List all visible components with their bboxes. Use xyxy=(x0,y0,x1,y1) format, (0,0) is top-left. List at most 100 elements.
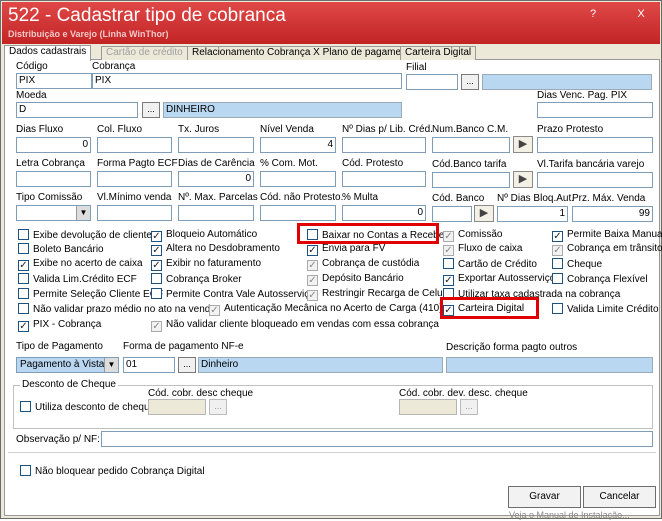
chk-exibe-acerto-caixa[interactable]: ✓ Exibe no acerto de caixa xyxy=(18,258,143,271)
chk-cobranca-broker[interactable]: Cobrança Broker xyxy=(151,273,242,286)
checkbox-box: ✓ xyxy=(151,260,162,271)
moeda-lookup-button[interactable]: ... xyxy=(142,102,160,118)
chk-permite-baixa-manual[interactable]: ✓ Permite Baixa Manual xyxy=(552,229,662,242)
checkbox-box xyxy=(18,273,29,284)
cod-tarifa-field[interactable] xyxy=(432,172,510,188)
chk-bloqueio-automatico[interactable]: ✓ Bloqueio Automático xyxy=(151,229,257,242)
close-icon[interactable]: X xyxy=(634,8,648,20)
chk-cobranca-flexivel[interactable]: Cobrança Flexível xyxy=(552,273,648,286)
chk-cobranca-transito[interactable]: ✓ Cobrança em trânsito xyxy=(552,243,662,256)
vl-tarifa-field[interactable] xyxy=(537,172,653,188)
chk-boleto-bancario[interactable]: Boleto Bancário xyxy=(18,243,104,256)
desc-outros-field[interactable] xyxy=(446,357,653,373)
chk-nao-validar-bloqueado[interactable]: ✓ Não validar cliente bloqueado em vendas… xyxy=(151,319,439,332)
checkbox-box: ✓ xyxy=(307,245,318,256)
cobranca-field[interactable]: PIX xyxy=(92,73,402,89)
chk-envia-fv[interactable]: ✓ Envia para FV xyxy=(307,243,385,256)
checkbox-box: ✓ xyxy=(443,231,454,242)
chk-valida-lim-ecf[interactable]: Valida Lim.Crédito ECF xyxy=(18,273,137,286)
separator xyxy=(8,452,656,453)
highlight-baixar-contas xyxy=(297,223,439,244)
dias-venc-field[interactable] xyxy=(537,102,653,118)
dias-lib-field[interactable] xyxy=(342,137,426,153)
chk-autenticacao-mecanica[interactable]: ✓ Autenticação Mecânica no Acerto de Carg… xyxy=(209,303,442,316)
gravar-button[interactable]: Gravar xyxy=(508,486,581,508)
tab-carteira-digital[interactable]: Carteira Digital xyxy=(400,46,477,60)
chk-pix-cobranca[interactable]: ✓ PIX - Cobrança xyxy=(18,319,101,332)
checkbox-box xyxy=(443,258,454,269)
obs-field[interactable] xyxy=(101,431,653,447)
letra-field[interactable] xyxy=(16,171,91,187)
tab-relacionamento[interactable]: Relacionamento Cobrança X Plano de pagam… xyxy=(187,46,420,60)
vl-minimo-field[interactable] xyxy=(97,205,172,221)
com-mot-field[interactable] xyxy=(260,171,336,187)
prz-max-field[interactable]: 99 xyxy=(572,206,653,222)
prazo-protesto-field[interactable] xyxy=(537,137,653,153)
chk-cobranca-custodia[interactable]: ✓ Cobrança de custódia xyxy=(307,258,419,271)
chk-exibe-devolucao[interactable]: Exibe devolução de cliente xyxy=(18,229,152,242)
tx-juros-field[interactable] xyxy=(178,137,254,153)
chk-contra-vale[interactable]: Permite Contra Vale Autosserviço xyxy=(151,288,315,301)
tarifa-lookup-icon[interactable]: ▶ xyxy=(513,171,533,188)
checkbox-box: ✓ xyxy=(151,321,162,332)
max-parcelas-field[interactable] xyxy=(178,205,254,221)
chk-exibir-faturamento[interactable]: ✓ Exibir no faturamento xyxy=(151,258,261,271)
tab-dados-cadastrais[interactable]: Dados cadastrais xyxy=(4,45,92,61)
cobranca-label: Cobrança xyxy=(92,61,136,72)
filial-lookup-button[interactable]: ... xyxy=(461,74,479,90)
checkbox-box: ✓ xyxy=(307,290,318,301)
banco-lookup-icon[interactable]: ▶ xyxy=(474,205,494,222)
cod-dev-cheque-field xyxy=(399,399,457,415)
dias-bloq-field[interactable]: 1 xyxy=(497,206,568,222)
chk-cheque[interactable]: Cheque xyxy=(552,258,602,271)
chk-comissao[interactable]: ✓ Comissão xyxy=(443,229,502,242)
checkbox-box: ✓ xyxy=(209,305,220,316)
chk-altera-desdobramento[interactable]: ✓ Altera no Desdobramento xyxy=(151,243,280,256)
chk-exportar-autosservico[interactable]: ✓ Exportar Autosserviço xyxy=(443,273,555,286)
cod-nao-protesto-field[interactable] xyxy=(260,205,336,221)
tipo-comissao-label: Tipo Comissão xyxy=(16,192,83,203)
chk-valida-limite-credito[interactable]: Valida Limite Crédito xyxy=(552,303,659,316)
checkbox-box: ✓ xyxy=(307,275,318,286)
cod-protesto-field[interactable] xyxy=(342,171,426,187)
moeda-field[interactable]: D xyxy=(16,102,138,118)
dias-carencia-field[interactable]: 0 xyxy=(178,171,254,187)
forma-nfe-lookup-button[interactable]: ... xyxy=(178,357,196,373)
tipo-comissao-select[interactable]: ▼ xyxy=(16,205,91,221)
checkbox-box xyxy=(18,243,29,254)
moeda-desc-field: DINHEIRO xyxy=(163,102,402,118)
chk-nao-validar-prazo[interactable]: Não validar prazo médio no ato na venda xyxy=(18,303,216,316)
forma-ecf-field[interactable] xyxy=(97,171,172,187)
chk-nao-bloquear-pedido[interactable]: Não bloquear pedido Cobrança Digital xyxy=(20,465,205,478)
status-text: Veja o Manual de Instalação... xyxy=(509,510,630,520)
dias-fluxo-field[interactable]: 0 xyxy=(16,137,91,153)
multa-field[interactable]: 0 xyxy=(342,205,426,221)
col-fluxo-label: Col. Fluxo xyxy=(97,124,143,135)
forma-nfe-code[interactable]: 01 xyxy=(123,357,175,373)
cod-banco-field[interactable] xyxy=(432,206,472,222)
vl-minimo-label: Vl.Mínimo venda xyxy=(97,192,172,203)
nivel-venda-field[interactable]: 4 xyxy=(260,137,336,153)
checkbox-box xyxy=(552,303,563,314)
bank-lookup-icon[interactable]: ▶ xyxy=(513,136,533,153)
max-parcelas-label: Nº. Max. Parcelas xyxy=(178,192,258,203)
filial-field[interactable] xyxy=(406,74,458,90)
cod-dev-cheque-button: ... xyxy=(460,399,478,415)
cod-tarifa-label: Cód.Banco tarifa xyxy=(432,159,507,170)
chk-utiliza-desconto-cheque[interactable]: Utiliza desconto de cheque xyxy=(20,401,155,414)
desc-outros-label: Descrição forma pagto outros xyxy=(446,342,578,353)
codigo-field[interactable]: PIX xyxy=(16,73,92,89)
col-fluxo-field[interactable] xyxy=(97,137,172,153)
main-window: 522 - Cadastrar tipo de cobranca Distrib… xyxy=(0,0,662,520)
help-icon[interactable]: ? xyxy=(586,8,600,20)
chk-restringir-recarga[interactable]: ✓ Restringir Recarga de Celular xyxy=(307,288,454,301)
num-banco-field[interactable] xyxy=(432,137,510,153)
chk-fluxo-caixa[interactable]: ✓ Fluxo de caixa xyxy=(443,243,522,256)
chk-permite-selecao-ecf[interactable]: Permite Seleção Cliente ECF xyxy=(18,288,163,301)
tab-cartao-credito[interactable]: Cartão de crédito xyxy=(101,46,188,60)
cancelar-button[interactable]: Cancelar xyxy=(583,486,656,508)
tipo-pagamento-select[interactable]: Pagamento à Vista ▼ xyxy=(16,357,119,373)
filial-label: Filial xyxy=(406,62,427,73)
chk-cartao-credito[interactable]: Cartão de Crédito xyxy=(443,258,537,271)
chk-deposito-bancario[interactable]: ✓ Depósito Bancário xyxy=(307,273,404,286)
